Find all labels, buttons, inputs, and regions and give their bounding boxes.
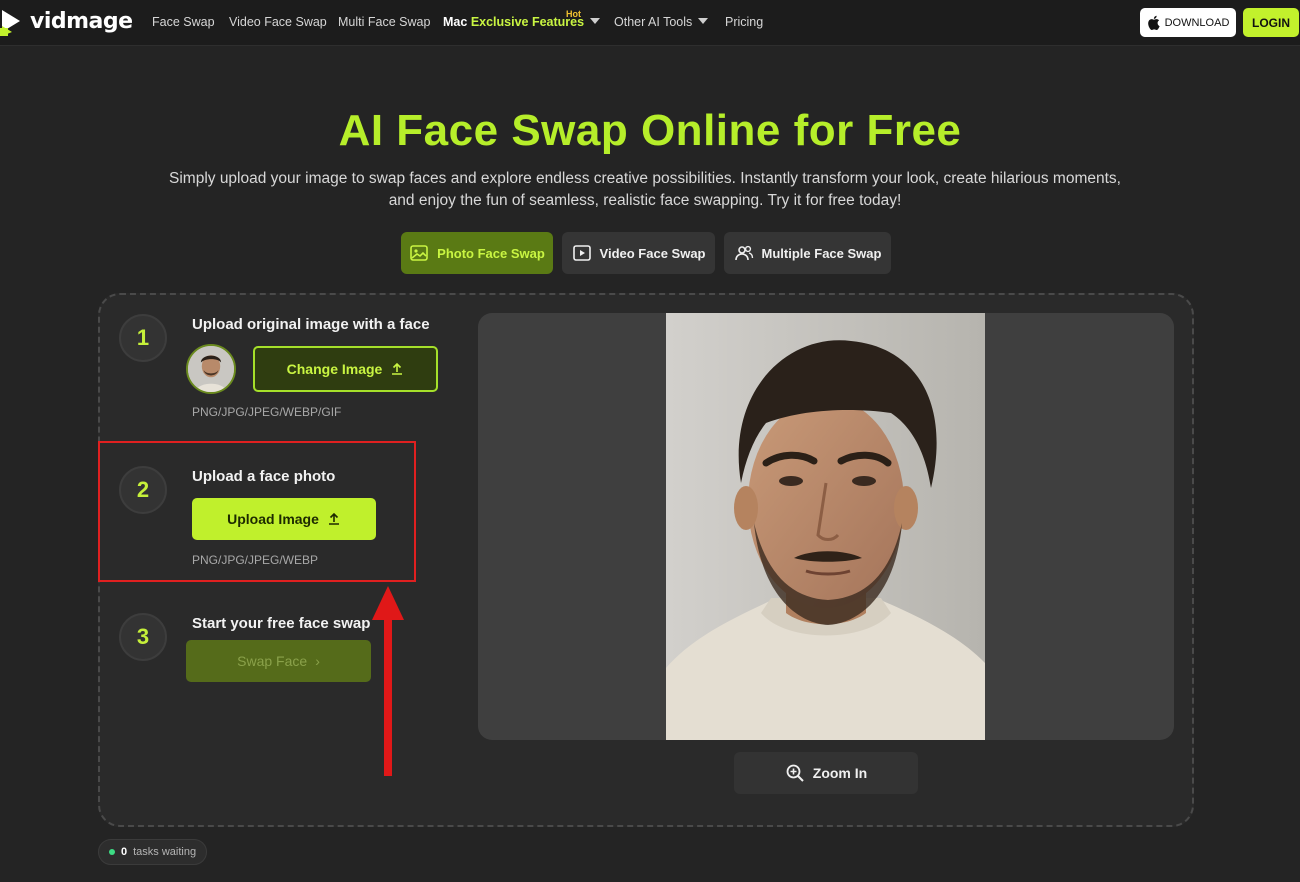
face-thumbnail-image: [188, 346, 234, 392]
nav-face-swap[interactable]: Face Swap: [152, 15, 215, 29]
tab-multiple-face-swap[interactable]: Multiple Face Swap: [724, 232, 891, 274]
hero-description-line-2: and enjoy the fun of seamless, realistic…: [388, 192, 902, 209]
tasks-label: tasks waiting: [133, 846, 197, 858]
tab-label: Photo Face Swap: [437, 245, 545, 261]
play-icon: [572, 245, 591, 261]
users-icon: [734, 245, 753, 261]
change-image-button[interactable]: Change Image: [253, 346, 438, 392]
other-tools-label: Other AI Tools: [614, 15, 693, 29]
portrait-image: [666, 313, 985, 740]
chevron-down-icon: [590, 18, 601, 24]
mac-prefix: Mac: [443, 15, 468, 29]
tab-video-face-swap[interactable]: Video Face Swap: [562, 232, 715, 274]
preview-photo: [666, 313, 985, 740]
zoom-in-label: Zoom In: [812, 765, 868, 781]
zoom-in-icon: [786, 764, 804, 782]
upload-icon: [392, 362, 403, 375]
tasks-count: 0: [121, 846, 128, 858]
original-image-thumbnail[interactable]: [186, 344, 236, 394]
login-button[interactable]: LOGIN: [1243, 8, 1299, 37]
download-button[interactable]: DOWNLOAD: [1140, 8, 1236, 37]
change-image-label: Change Image: [286, 361, 383, 377]
logo-text: vidmage: [30, 8, 133, 34]
highlight-box: [98, 441, 416, 582]
zoom-in-button[interactable]: Zoom In: [734, 752, 918, 794]
step-1-number: 1: [119, 314, 167, 362]
tab-label: Multiple Face Swap: [761, 245, 882, 261]
nav-other-ai-tools[interactable]: Other AI Tools: [614, 15, 709, 29]
hero-description: Simply upload your image to swap faces a…: [140, 168, 1150, 212]
swap-face-label: Swap Face: [237, 653, 308, 669]
step-3-title: Start your free face swap: [192, 615, 371, 632]
hero-description-line-1: Simply upload your image to swap faces a…: [169, 170, 1121, 187]
hot-badge: Hot: [566, 9, 581, 19]
status-dot-icon: [109, 849, 115, 855]
nav-video-face-swap[interactable]: Video Face Swap: [229, 15, 327, 29]
chevron-right-icon: ›: [315, 653, 320, 669]
logo-icon: [0, 6, 26, 36]
image-preview: [478, 313, 1174, 740]
top-nav: vidmage Face Swap Video Face Swap Multi …: [0, 0, 1300, 46]
logo[interactable]: vidmage: [0, 6, 133, 36]
step-1-formats: PNG/JPG/JPEG/WEBP/GIF: [192, 405, 342, 419]
tasks-waiting-status: 0 tasks waiting: [98, 839, 208, 865]
tab-label: Video Face Swap: [599, 245, 706, 261]
image-icon: [410, 245, 428, 261]
chevron-down-icon: [698, 18, 709, 24]
nav-pricing[interactable]: Pricing: [725, 15, 763, 29]
apple-icon: [1147, 15, 1160, 30]
page-title: AI Face Swap Online for Free: [338, 106, 962, 155]
download-label: DOWNLOAD: [1164, 16, 1230, 29]
swap-face-button[interactable]: Swap Face ›: [186, 640, 371, 682]
tab-photo-face-swap[interactable]: Photo Face Swap: [401, 232, 553, 274]
step-1-title: Upload original image with a face: [192, 316, 430, 333]
red-arrow-annotation: [372, 586, 404, 776]
step-3-number: 3: [119, 613, 167, 661]
nav-multi-face-swap[interactable]: Multi Face Swap: [338, 15, 430, 29]
